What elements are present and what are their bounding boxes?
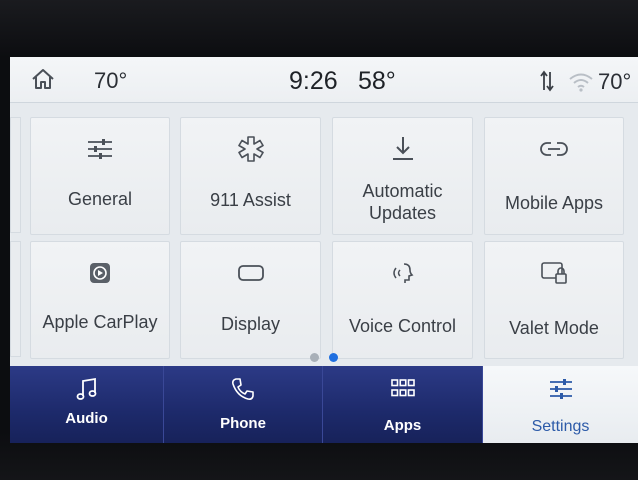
page-dot[interactable]	[329, 353, 338, 362]
tile-automatic-updates[interactable]: Automatic Updates	[332, 117, 473, 235]
clock: 9:26	[289, 67, 338, 95]
home-button[interactable]	[30, 67, 60, 93]
tile-general[interactable]: General	[30, 117, 170, 235]
tile-label: Automatic Updates	[362, 181, 443, 223]
settings-screen: 70° 9:26 58° 70° General 911 Assist Auto…	[10, 57, 638, 443]
nav-audio[interactable]: Audio	[10, 366, 164, 443]
display-icon	[237, 265, 264, 281]
tile-display[interactable]: Display	[180, 241, 321, 359]
tile-valet-mode[interactable]: Valet Mode	[484, 241, 624, 359]
sliders-icon	[549, 379, 572, 399]
valet-lock-icon	[541, 262, 567, 284]
nav-label: Apps	[383, 417, 422, 434]
phone-icon	[232, 378, 254, 400]
previous-page-tile-edge	[10, 241, 21, 357]
nav-label: Audio	[65, 410, 108, 427]
passenger-temperature[interactable]: 70°	[598, 69, 631, 95]
settings-tiles: General 911 Assist Automatic Updates Mob…	[10, 103, 638, 367]
driver-temperature[interactable]: 70°	[94, 68, 127, 94]
nav-settings[interactable]: Settings	[483, 366, 638, 443]
nav-label: Phone	[220, 415, 266, 432]
tile-label: 911 Assist	[210, 190, 291, 210]
home-icon	[32, 69, 54, 89]
page-indicator	[10, 353, 638, 363]
previous-page-tile-edge	[10, 117, 21, 233]
outside-temperature: 58°	[358, 67, 396, 95]
nav-phone[interactable]: Phone	[164, 366, 323, 443]
apps-grid-icon	[390, 379, 415, 397]
status-bar: 70° 9:26 58° 70°	[10, 57, 638, 103]
tile-label: Voice Control	[348, 316, 457, 336]
bottom-nav: Audio Phone Apps Settings	[10, 366, 638, 443]
tile-label: Apple CarPlay	[42, 312, 158, 332]
data-transfer-icon	[540, 70, 554, 92]
voice-icon	[392, 263, 413, 283]
tile-label: General	[67, 189, 133, 209]
tile-911-assist[interactable]: 911 Assist	[180, 117, 321, 235]
carplay-icon	[90, 263, 110, 283]
tile-label: Mobile Apps	[504, 193, 604, 213]
tile-mobile-apps[interactable]: Mobile Apps	[484, 117, 624, 235]
tile-label: Display	[220, 314, 281, 334]
sliders-icon	[88, 139, 112, 159]
nav-label: Settings	[531, 418, 590, 435]
tile-apple-carplay[interactable]: Apple CarPlay	[30, 241, 170, 359]
emergency-star-icon	[237, 136, 264, 162]
page-dot[interactable]	[310, 353, 319, 362]
link-icon	[540, 142, 568, 156]
music-note-icon	[76, 377, 96, 400]
tile-voice-control[interactable]: Voice Control	[332, 241, 473, 359]
tile-label: Valet Mode	[509, 318, 599, 338]
wifi-icon	[569, 73, 593, 92]
download-icon	[392, 137, 413, 160]
nav-apps[interactable]: Apps	[323, 366, 483, 443]
